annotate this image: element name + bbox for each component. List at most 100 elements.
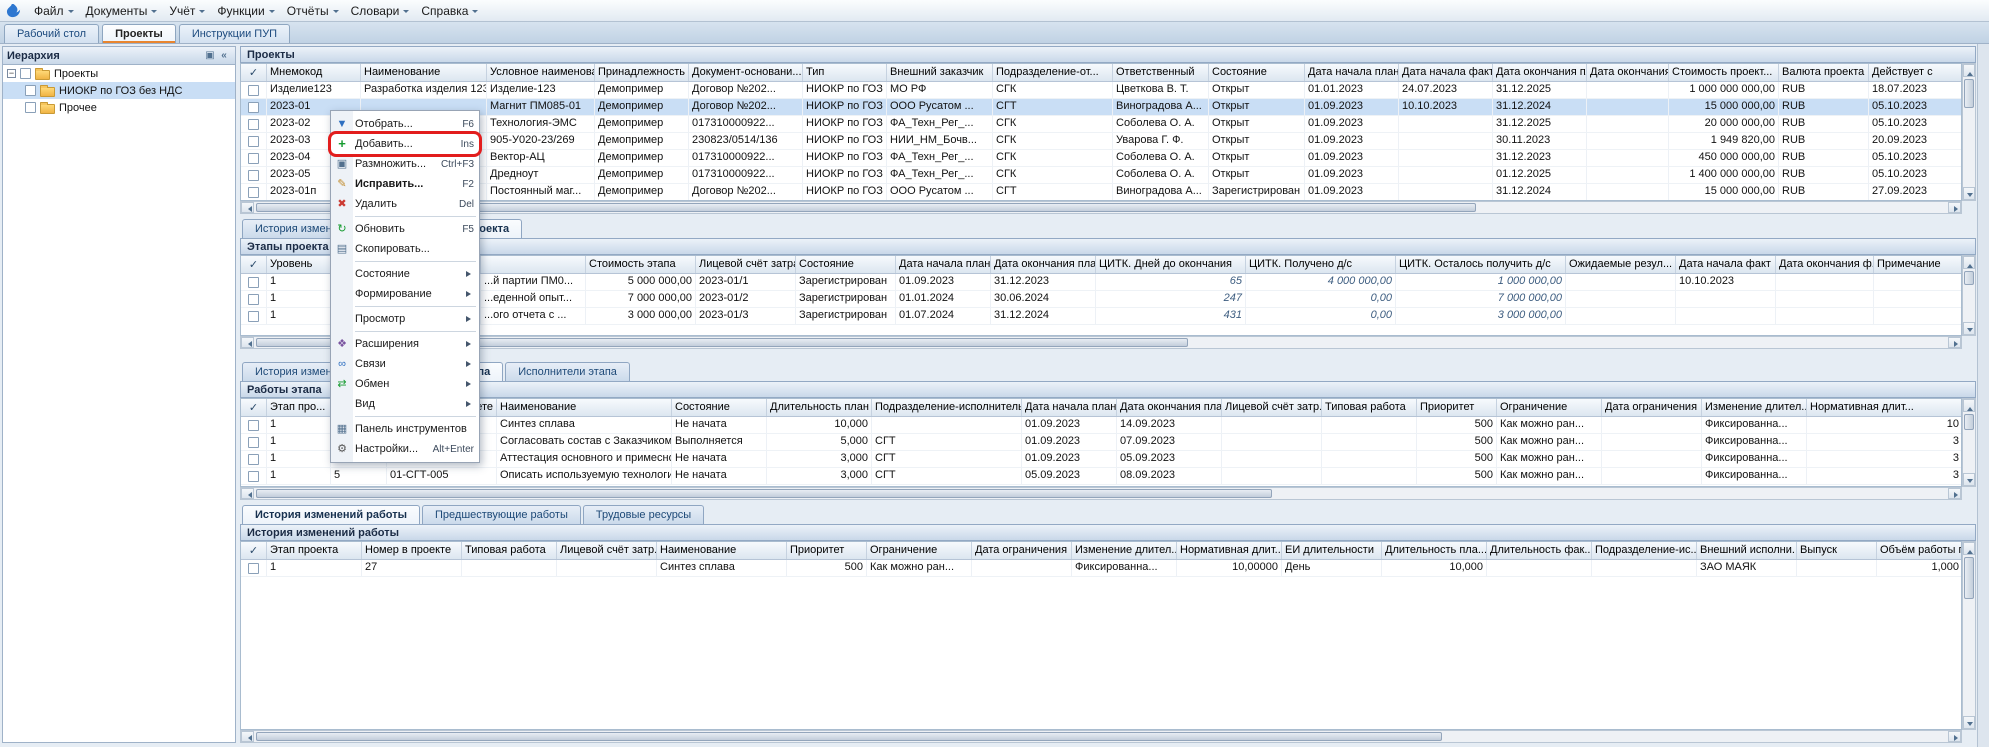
row-checkbox[interactable] [248, 311, 259, 322]
scrollbar-thumb[interactable] [1964, 557, 1974, 599]
row-checkbox[interactable] [248, 170, 259, 181]
scroll-left-icon[interactable] [241, 202, 254, 213]
column-header[interactable]: Изменение длител... [1072, 542, 1177, 559]
scroll-up-icon[interactable] [1963, 256, 1975, 269]
column-header[interactable]: Дата начала факт [1676, 256, 1776, 273]
column-header[interactable]: Длительность пла... [1382, 542, 1487, 559]
table-row[interactable]: 1501-СГТ-005Описать используемую техноло… [241, 468, 1961, 485]
tree-item[interactable]: Проекты [3, 65, 235, 82]
menu-item-links[interactable]: ∞Связи [331, 354, 479, 374]
column-header[interactable]: Состояние [1209, 64, 1305, 81]
table-row[interactable]: 1101-СГТ-001Согласовать состав с Заказчи… [241, 434, 1961, 451]
column-header[interactable]: Условное наименование [487, 64, 595, 81]
column-header[interactable]: Дата начала факт. [1399, 64, 1493, 81]
column-header[interactable]: Дата ограничения [972, 542, 1072, 559]
menubar-item[interactable]: Файл [26, 1, 78, 21]
scroll-right-icon[interactable] [1948, 731, 1961, 742]
table-row[interactable]: 2023-01пПостоянный маг...ДемопримерДогов… [241, 184, 1961, 201]
scroll-down-icon[interactable] [1963, 187, 1975, 200]
tab[interactable]: Предшествующие работы [422, 505, 581, 524]
column-header[interactable]: Дата ограничения [1602, 399, 1702, 416]
menu-item-extensions[interactable]: ❖Расширения [331, 334, 479, 354]
window-tab[interactable]: Инструкции ПУП [179, 24, 290, 43]
collapse-panel-icon[interactable] [217, 49, 231, 62]
row-checkbox[interactable] [248, 471, 259, 482]
column-header[interactable]: Внешний исполни... [1697, 542, 1797, 559]
row-checkbox[interactable] [248, 136, 259, 147]
column-header[interactable]: Дата окончания план [1117, 399, 1222, 416]
column-header[interactable]: Действует с [1869, 64, 1962, 81]
column-header[interactable] [481, 256, 586, 273]
column-header[interactable]: Уровень [267, 256, 331, 273]
scrollbar-track[interactable] [254, 337, 1948, 348]
table-row[interactable]: 1Синтез сплаваНе начата10,00001.09.20231… [241, 417, 1961, 434]
menu-item-formation[interactable]: Формирование [331, 284, 479, 304]
column-header[interactable]: Внешний заказчик [887, 64, 993, 81]
column-header[interactable]: Этап проекта [267, 542, 362, 559]
table-row[interactable]: 1...ого отчета с ...3 000 000,002023-01/… [241, 308, 1961, 325]
column-header[interactable]: Состояние [796, 256, 896, 273]
scrollbar-thumb[interactable] [256, 732, 1442, 741]
column-header[interactable]: Наименование [657, 542, 787, 559]
scrollbar-track[interactable] [1963, 412, 1975, 473]
column-header[interactable]: Валюта проекта [1779, 64, 1869, 81]
column-header[interactable]: Дата окончания ф... [1776, 256, 1874, 273]
tree-checkbox[interactable] [25, 85, 36, 96]
window-tab[interactable]: Рабочий стол [4, 24, 99, 43]
table-row[interactable]: Изделие123Разработка изделия 123Изделие-… [241, 82, 1961, 99]
scrollbar-track[interactable] [254, 202, 1948, 213]
row-checkbox[interactable] [248, 294, 259, 305]
row-checkbox[interactable] [248, 454, 259, 465]
menubar-item[interactable]: Учёт [161, 1, 209, 21]
scrollbar-thumb[interactable] [1964, 414, 1974, 430]
column-header[interactable]: Документ-основани... [689, 64, 803, 81]
row-checkbox[interactable] [248, 85, 259, 96]
table-row[interactable]: 2023-05ДредноутДемопример017310000922...… [241, 167, 1961, 184]
row-checkbox[interactable] [248, 153, 259, 164]
tab[interactable]: Исполнители этапа [505, 362, 630, 381]
menu-item-filter[interactable]: ▼Отобрать...F6 [331, 114, 479, 134]
column-header[interactable]: Типовая работа [1322, 399, 1417, 416]
column-header[interactable]: Нормативная длит... [1177, 542, 1282, 559]
scroll-right-icon[interactable] [1948, 202, 1961, 213]
column-header[interactable]: Дата начала план [1022, 399, 1117, 416]
tree-checkbox[interactable] [25, 102, 36, 113]
column-header[interactable]: Приоритет [1417, 399, 1497, 416]
column-header[interactable]: Ограничение [1497, 399, 1602, 416]
column-header[interactable]: Нормативная длит... [1807, 399, 1962, 416]
tree-item[interactable]: Прочее [3, 99, 235, 116]
column-header[interactable]: Примечание [1874, 256, 1962, 273]
column-header[interactable]: Наименование [361, 64, 487, 81]
column-header[interactable]: Состояние [672, 399, 767, 416]
column-header[interactable]: Принадлежность [595, 64, 689, 81]
menu-item-edit[interactable]: ✎Исправить...F2 [331, 174, 479, 194]
scroll-right-icon[interactable] [1948, 337, 1961, 348]
column-header[interactable]: Подразделение-исполнитель... [872, 399, 1022, 416]
column-header[interactable]: Приоритет [787, 542, 867, 559]
scrollbar-track[interactable] [254, 488, 1948, 499]
tab[interactable]: Трудовые ресурсы [583, 505, 704, 524]
menu-item-add[interactable]: +Добавить...Ins [331, 134, 479, 154]
column-header[interactable]: Наименование [497, 399, 672, 416]
menu-item-settings[interactable]: ⚙Настройки...Alt+Enter [331, 439, 479, 459]
row-checkbox[interactable] [248, 437, 259, 448]
column-header[interactable]: Стоимость проект... [1669, 64, 1779, 81]
column-header[interactable]: Стоимость этапа [586, 256, 696, 273]
column-header[interactable]: Дата окончания план [991, 256, 1096, 273]
menubar-item[interactable]: Отчёты [279, 1, 343, 21]
column-header[interactable]: Лицевой счёт затрат. [696, 256, 796, 273]
column-header[interactable]: Типовая работа [462, 542, 557, 559]
menubar-item[interactable]: Документы [78, 1, 162, 21]
menu-item-preview[interactable]: Просмотр [331, 309, 479, 329]
menu-item-state[interactable]: Состояние [331, 264, 479, 284]
scroll-left-icon[interactable] [241, 731, 254, 742]
table-row[interactable]: 2023-03905-У020-23/269Демопример230823/0… [241, 133, 1961, 150]
table-row[interactable]: 2023-02Технология-ЭМСДемопример017310000… [241, 116, 1961, 133]
column-header[interactable]: ЦИТК. Дней до окончания [1096, 256, 1246, 273]
scroll-right-icon[interactable] [1948, 488, 1961, 499]
window-tab[interactable]: Проекты [102, 24, 176, 43]
pin-icon[interactable] [203, 49, 217, 62]
row-checkbox[interactable] [248, 563, 259, 574]
column-header[interactable]: Лицевой счёт затр... [557, 542, 657, 559]
menu-item-toolbar-panel[interactable]: ▦Панель инструментов [331, 419, 479, 439]
